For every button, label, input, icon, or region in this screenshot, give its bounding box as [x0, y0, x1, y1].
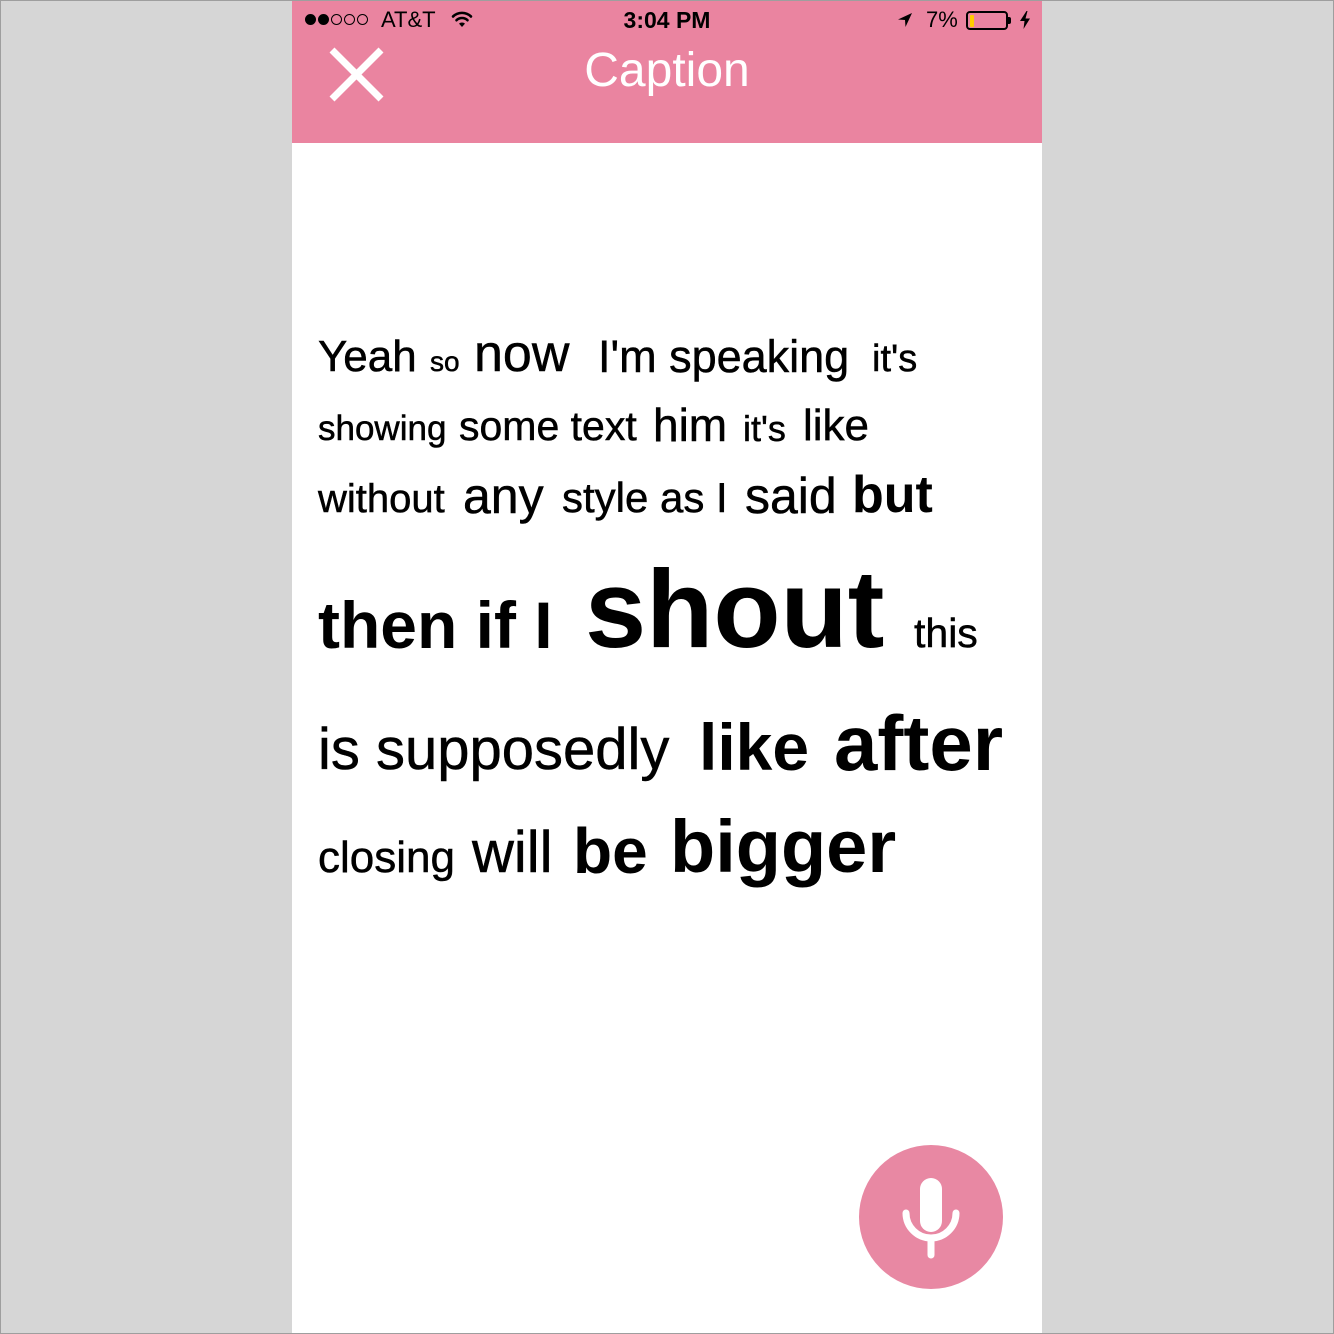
caption-word: him [653, 399, 728, 452]
caption-word: so [430, 346, 460, 378]
caption-word: after [834, 698, 1004, 787]
caption-word: showing [318, 409, 447, 449]
caption-word: said [745, 467, 837, 524]
caption-word: this [914, 610, 978, 657]
caption-word: Yeah [318, 331, 417, 381]
caption-word: like [803, 400, 870, 450]
caption-word: like [699, 710, 810, 785]
caption-word: then if I [318, 588, 553, 663]
caption-word: bigger [670, 805, 897, 889]
caption-word: now [474, 324, 570, 383]
caption-word: will [472, 819, 553, 885]
caption-word: is supposedly [318, 716, 670, 782]
caption-word: be [573, 814, 648, 887]
caption-word: without [318, 477, 445, 522]
caption-text: Yeah so now I'm speaking it's showing so… [292, 0, 1042, 1334]
caption-word: I'm speaking [598, 330, 850, 382]
microphone-button[interactable] [859, 1145, 1003, 1289]
caption-word: some text [459, 403, 637, 450]
phone-screen: AT&T 3:04 PM 7% Caption Yeah so now I'm … [292, 0, 1042, 1334]
caption-word: closing [318, 832, 455, 882]
caption-word: it's [872, 337, 918, 380]
caption-word: but [852, 465, 933, 524]
caption-word: it's [743, 407, 786, 449]
caption-word: style as I [562, 474, 728, 522]
caption-word: shout [585, 547, 885, 671]
caption-word: any [463, 467, 544, 524]
microphone-icon [902, 1178, 960, 1259]
